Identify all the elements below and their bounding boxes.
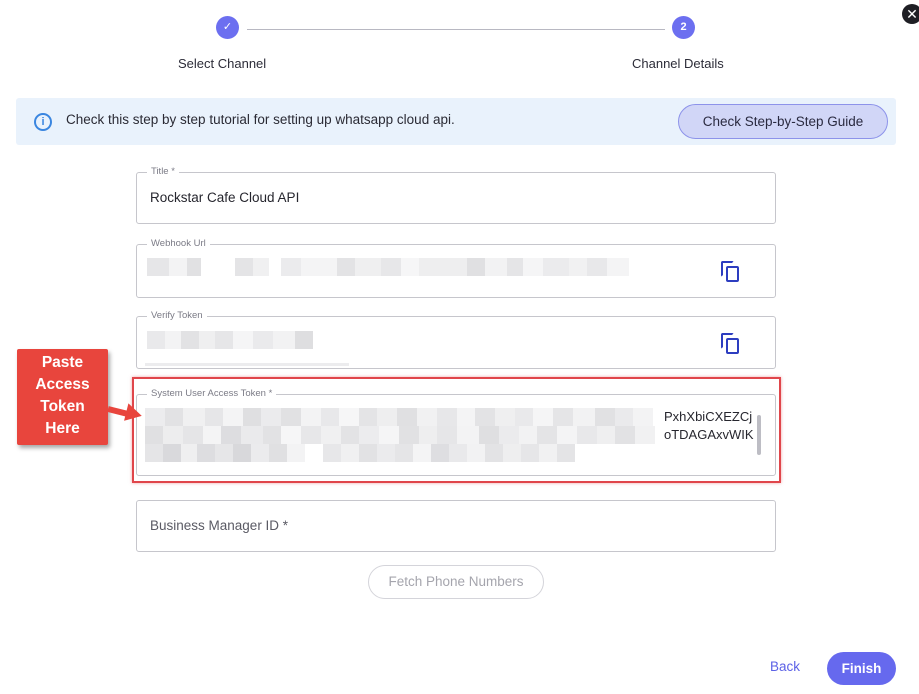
redacted-token-line-3 [145,444,575,462]
step-label-select-channel: Select Channel [178,56,267,71]
callout-line: Token [40,398,85,415]
verify-token-label: Verify Token [147,310,207,321]
callout-line: Here [45,420,80,437]
redacted-token-line-2 [145,426,655,444]
redacted-webhook-url [147,258,643,276]
webhook-url-label: Webhook Url [147,238,210,249]
redacted-verify-underline [145,363,349,366]
title-field[interactable]: Title * Rockstar Cafe Cloud API [136,166,776,224]
token-scrollbar[interactable] [757,415,761,455]
title-field-value[interactable]: Rockstar Cafe Cloud API [150,190,299,205]
title-field-label: Title * [147,166,179,177]
step-by-step-guide-button[interactable]: Check Step-by-Step Guide [678,104,888,139]
token-visible-tail-line1: PxhXbiCXEZCj [664,409,753,424]
banner-text: Check this step by step tutorial for set… [66,112,455,127]
access-token-field[interactable]: System User Access Token * PxhXbiCXEZCj … [136,388,776,476]
verify-token-field[interactable]: Verify Token [136,310,776,369]
redacted-token-line-1 [145,408,653,426]
step-number-badge: 2 [672,16,695,39]
business-manager-id-field[interactable]: Business Manager ID * [136,500,776,552]
finish-button[interactable]: Finish [827,652,896,685]
business-manager-id-placeholder[interactable]: Business Manager ID * [150,518,288,533]
fetch-phone-numbers-button[interactable]: Fetch Phone Numbers [368,565,544,599]
paste-token-callout: Paste Access Token Here [17,349,108,445]
info-banner: i Check this step by step tutorial for s… [16,98,896,145]
callout-line: Paste [41,354,84,371]
webhook-url-field[interactable]: Webhook Url [136,238,776,298]
check-icon: ✓ [216,16,239,39]
step-label-channel-details: Channel Details [632,56,724,71]
copy-icon[interactable] [721,333,741,355]
token-visible-tail-line2: oTDAGAxvWIK [664,427,754,442]
callout-line: Access [35,376,90,393]
access-token-label: System User Access Token * [147,388,277,399]
back-button[interactable]: Back [770,659,800,674]
redacted-verify-token [147,331,313,349]
close-icon[interactable]: ✕ [902,4,919,24]
stepper-connector [247,29,665,30]
copy-icon[interactable] [721,261,741,283]
info-icon: i [34,113,52,131]
